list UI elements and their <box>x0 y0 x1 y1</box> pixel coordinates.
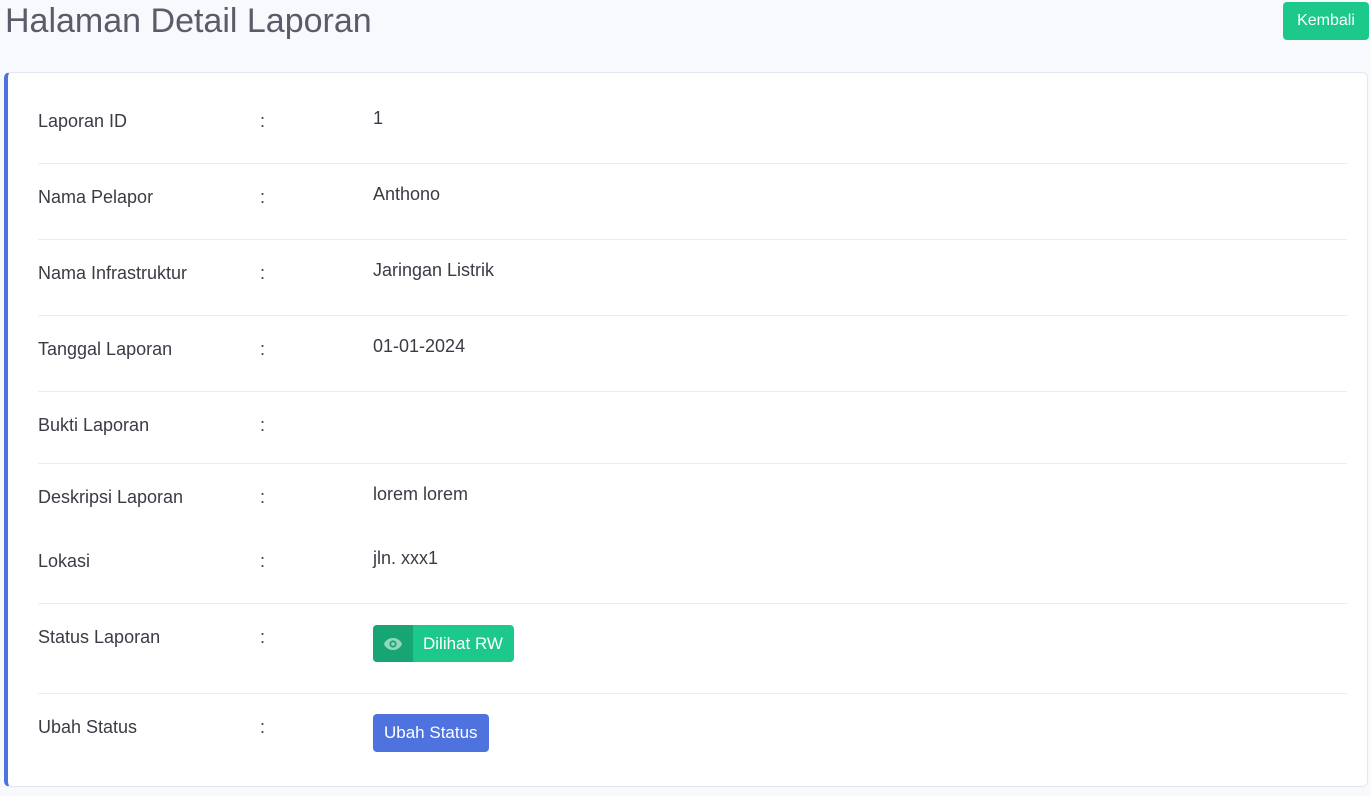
report-id-label: Laporan ID <box>38 111 128 131</box>
reporter-name-label: Nama Pelapor <box>38 187 154 207</box>
infrastructure-name-label: Nama Infrastruktur <box>38 263 188 283</box>
report-date-separator: : <box>260 339 266 359</box>
back-button[interactable]: Kembali <box>1283 2 1369 40</box>
detail-row-report-date: Tanggal Laporan : 01-01-2024 <box>38 316 1347 392</box>
report-status-badge[interactable]: Dilihat RW <box>373 625 514 662</box>
location-value: jln. xxx1 <box>373 548 439 568</box>
detail-row-report-status: Status Laporan : Dilihat RW <box>38 604 1347 694</box>
report-date-value: 01-01-2024 <box>373 336 466 356</box>
report-status-separator: : <box>260 627 266 647</box>
report-detail-card: Laporan ID : 1 Nama Pelapor : Anthono Na… <box>4 72 1368 787</box>
report-status-text: Dilihat RW <box>423 633 503 653</box>
detail-row-report-evidence: Bukti Laporan : <box>38 392 1347 464</box>
infrastructure-name-value: Jaringan Listrik <box>373 260 495 280</box>
eye-icon <box>373 625 413 662</box>
reporter-name-separator: : <box>260 187 266 207</box>
location-label: Lokasi <box>38 551 91 571</box>
report-evidence-label: Bukti Laporan <box>38 415 150 435</box>
detail-row-report-id: Laporan ID : 1 <box>38 73 1347 164</box>
location-separator: : <box>260 551 266 571</box>
report-description-label: Deskripsi Laporan <box>38 487 184 507</box>
change-status-separator: : <box>260 717 266 737</box>
report-description-separator: : <box>260 487 266 507</box>
reporter-name-value: Anthono <box>373 184 441 204</box>
report-date-label: Tanggal Laporan <box>38 339 173 359</box>
page-title: Halaman Detail Laporan <box>5 2 372 40</box>
report-status-label: Status Laporan <box>38 627 161 647</box>
change-status-button[interactable]: Ubah Status <box>373 714 489 752</box>
detail-row-reporter-name: Nama Pelapor : Anthono <box>38 164 1347 240</box>
detail-row-description-location: Deskripsi Laporan : lorem lorem Lokasi :… <box>38 464 1347 604</box>
change-status-label: Ubah Status <box>38 717 138 737</box>
infrastructure-name-separator: : <box>260 263 266 283</box>
report-id-separator: : <box>260 111 266 131</box>
report-description-value: lorem lorem <box>373 484 469 504</box>
detail-row-change-status: Ubah Status : Ubah Status <box>38 694 1347 784</box>
report-id-value: 1 <box>373 108 384 128</box>
detail-row-infrastructure-name: Nama Infrastruktur : Jaringan Listrik <box>38 240 1347 316</box>
report-evidence-separator: : <box>260 415 266 435</box>
